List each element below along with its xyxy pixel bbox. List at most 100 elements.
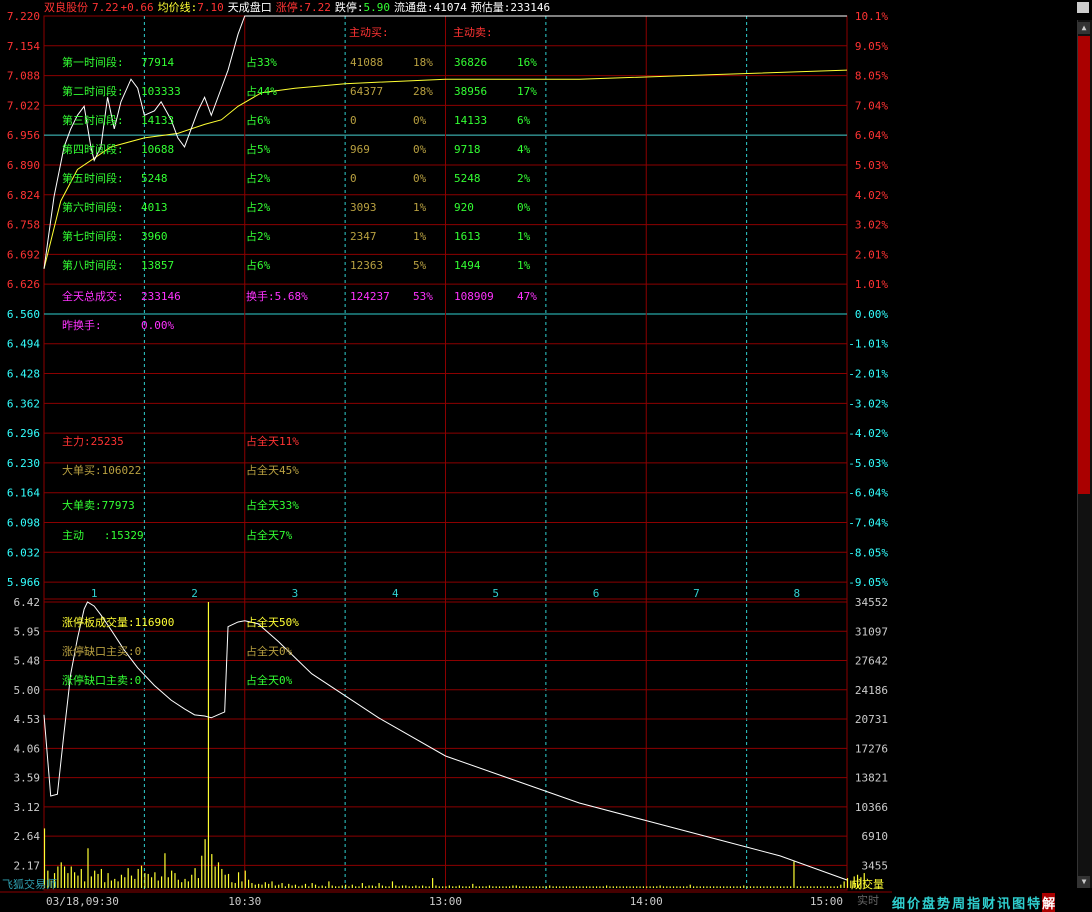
gap-sell-label: 涨停缺口主卖:0: [62, 674, 141, 687]
price-tick-label: 7.022: [7, 99, 40, 112]
price-tick-label: 6.296: [7, 427, 40, 440]
total-turnover: 换手:5.68%: [246, 290, 308, 303]
corner-icon[interactable]: [1077, 2, 1089, 13]
scroll-down-icon[interactable]: ▼: [1078, 876, 1090, 888]
period-5-buy-pct: 0%: [413, 172, 427, 185]
price-tick-label: 6.362: [7, 397, 40, 410]
period-label: 2: [191, 587, 198, 600]
vol-tick-label: 6910: [862, 830, 889, 843]
vol-tick-label: 20731: [855, 713, 888, 726]
price-tick-label: 6.824: [7, 189, 40, 202]
period-7-sell: 1613: [454, 230, 481, 243]
period-5-vol: 5248: [141, 172, 168, 185]
limit-vol-value: 116900: [134, 616, 175, 629]
scroll-up-icon[interactable]: ▲: [1078, 22, 1090, 34]
period-2-sell-pct: 17%: [517, 85, 537, 98]
period-6-buy: 3093: [350, 201, 377, 214]
active-label: 主动 :15329: [62, 529, 144, 542]
period-5-pct: 占2%: [246, 172, 271, 185]
vol-tick-label: 10366: [855, 801, 888, 814]
realtime-label[interactable]: 实时: [857, 894, 879, 907]
total-vol: 233146: [141, 290, 181, 303]
price-tick-label: 6.692: [7, 248, 40, 261]
period-2-buy: 64377: [350, 85, 384, 98]
pct-tick-label: -4.02%: [848, 427, 888, 440]
ma-vol-tick-label: 5.95: [14, 625, 41, 638]
time-tick-label: 13:00: [429, 895, 462, 908]
period-1-label: 第一时间段:: [62, 56, 124, 69]
vol-tick-label: 24186: [855, 684, 888, 697]
period-label: 1: [91, 587, 98, 600]
tab-3[interactable]: 盘: [922, 893, 935, 912]
active-label-text: 主动: [62, 529, 84, 542]
tab-8[interactable]: 讯: [997, 893, 1010, 912]
main-force-label-text: 主力:: [62, 435, 91, 448]
tab-6[interactable]: 指: [967, 893, 980, 912]
period-3-label: 第三时间段:: [62, 114, 124, 127]
prev-turnover-value: 0.00%: [141, 319, 175, 332]
active-value: :15329: [103, 529, 144, 542]
ma-vol-tick-label: 5.48: [14, 655, 41, 668]
time-tick-label: 15:00: [810, 895, 843, 908]
total-label: 全天总成交:: [62, 290, 124, 303]
active-sell-header: 主动卖:: [453, 26, 493, 39]
main-force-label: 主力:25235: [62, 435, 124, 448]
stock-price: 7.22: [92, 1, 119, 14]
avg-line-value: 7.10: [197, 1, 224, 14]
period-8-buy-pct: 5%: [413, 259, 427, 272]
tab-4[interactable]: 势: [937, 893, 950, 912]
period-4-pct: 占5%: [246, 143, 271, 156]
period-3-sell: 14133: [454, 114, 488, 127]
main-force-value: 25235: [90, 435, 124, 448]
time-tick-label: 03/18,09:30: [46, 895, 119, 908]
tab-5[interactable]: 周: [952, 893, 965, 912]
period-label: 7: [693, 587, 700, 600]
period-6-sell: 920: [454, 201, 474, 214]
period-label: 8: [794, 587, 801, 600]
pct-tick-label: 1.01%: [855, 278, 888, 291]
ma-vol-tick-label: 2.17: [14, 859, 41, 872]
period-7-pct: 占2%: [246, 230, 271, 243]
period-8-sell: 1494: [454, 259, 481, 272]
tab-10[interactable]: 特: [1027, 893, 1040, 912]
pct-tick-label: 6.04%: [855, 129, 888, 142]
pct-tick-label: -2.01%: [848, 368, 888, 381]
tab-11[interactable]: 解: [1042, 893, 1056, 912]
intraday-chart[interactable]: 7.220 10.1%7.154 9.05%7.088 8.05%7.022 7.04%…: [0, 0, 1092, 909]
watermark: 飞狐交易师: [2, 878, 57, 891]
price-tick-label: 6.956: [7, 129, 40, 142]
active-pct: 占全天7%: [246, 529, 293, 542]
active-buy-header: 主动买:: [349, 26, 389, 39]
period-7-buy-pct: 1%: [413, 230, 427, 243]
tab-2[interactable]: 价: [907, 893, 920, 912]
float-label: 流通盘:: [394, 1, 434, 14]
tab-7[interactable]: 财: [982, 893, 995, 912]
vol-tick-label: 31097: [855, 625, 888, 638]
pct-tick-label: -5.03%: [848, 457, 888, 470]
prev-turnover-label: 昨换手:: [62, 319, 102, 332]
tab-1[interactable]: 细: [892, 893, 905, 912]
period-1-vol: 77914: [141, 56, 175, 69]
tab-9[interactable]: 图: [1012, 893, 1025, 912]
big-buy-pct: 占全天45%: [246, 464, 299, 477]
scrollbar-thumb[interactable]: [1078, 36, 1090, 494]
period-5-sell-pct: 2%: [517, 172, 531, 185]
period-4-buy-pct: 0%: [413, 143, 427, 156]
period-7-sell-pct: 1%: [517, 230, 531, 243]
pct-tick-label: 4.02%: [855, 189, 888, 202]
period-3-sell-pct: 6%: [517, 114, 531, 127]
period-label: 3: [292, 587, 299, 600]
ma-vol-tick-label: 6.42: [14, 596, 41, 609]
ma-vol-tick-label: 2.64: [14, 830, 41, 843]
tiancheng-label[interactable]: 天成盘口: [228, 1, 272, 14]
float-value: 41074: [433, 1, 467, 14]
ma-vol-tick-label: 4.06: [14, 742, 41, 755]
period-8-sell-pct: 1%: [517, 259, 531, 272]
pct-tick-label: 5.03%: [855, 159, 888, 172]
big-buy-label-text: 大单买:: [62, 464, 102, 477]
period-1-sell: 36826: [454, 56, 488, 69]
stock-name[interactable]: 双良股份: [44, 1, 88, 14]
period-6-vol: 4013: [141, 201, 168, 214]
period-label: 6: [593, 587, 600, 600]
period-label: 5: [492, 587, 499, 600]
